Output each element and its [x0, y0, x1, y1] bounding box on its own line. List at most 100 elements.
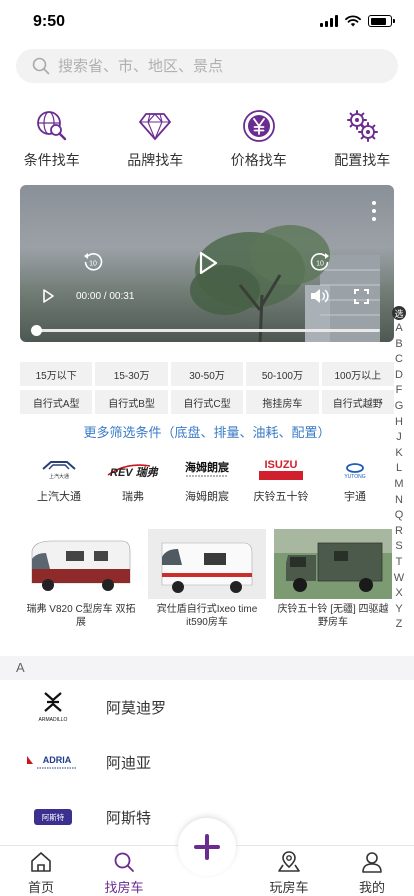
quick-nav: 条件找车 品牌找车 价格找车 配置找车	[0, 108, 414, 170]
saic-maxus-logo-text: 上汽大通	[49, 473, 69, 480]
alpha-index-letter[interactable]: F	[396, 383, 403, 399]
alphabet-index[interactable]: 选 ABCDFGHJKLMNQRSTWXYZ	[391, 306, 407, 633]
rev-logo-text: REV 瑞弗	[110, 466, 159, 479]
car-card-title: 庆铃五十铃 [无疆] 四驱越野房车	[277, 604, 389, 628]
alpha-index-letter[interactable]: G	[395, 399, 404, 415]
alpha-index-letter[interactable]: K	[395, 446, 402, 462]
brand-search-button[interactable]: 品牌找车	[104, 108, 208, 170]
publish-button[interactable]	[178, 818, 236, 876]
video-time: 00:00 / 00:31	[76, 291, 135, 302]
alpha-index-letter[interactable]: S	[395, 539, 402, 555]
progress-thumb[interactable]	[31, 325, 42, 336]
alpha-index-letter[interactable]: A	[395, 321, 402, 337]
alpha-index-letter[interactable]: Z	[396, 617, 403, 633]
aster-logo: 阿斯特	[8, 809, 98, 825]
car-card[interactable]: 瑞弗 V820 C型房车 双拓展	[22, 529, 140, 629]
yen-icon	[242, 110, 275, 142]
tab-play-rv[interactable]: 玩房车	[254, 850, 324, 896]
forward-10-icon[interactable]: 10	[309, 251, 331, 273]
tab-profile[interactable]: 我的	[337, 850, 407, 896]
car-cards: 瑞弗 V820 C型房车 双拓展 宾仕盾自行式Ixeo time it590房车	[22, 529, 392, 629]
tab-find-rv[interactable]: 找房车	[89, 850, 159, 896]
filter-chip[interactable]: 拖挂房车	[246, 390, 319, 414]
car-card-title: 瑞弗 V820 C型房车 双拓展	[26, 604, 136, 628]
brand-yutong[interactable]: YUTONG 宇通	[318, 458, 392, 504]
play-icon[interactable]	[197, 251, 219, 275]
more-options-icon[interactable]	[368, 201, 380, 221]
search-icon	[114, 852, 134, 872]
status-icons	[320, 15, 395, 27]
filter-chip[interactable]: 100万以上	[321, 362, 394, 386]
alpha-index-letter[interactable]: N	[395, 493, 403, 509]
alpha-index-letter[interactable]: R	[395, 524, 403, 540]
hymer-logo-text: 海姆朗宸	[185, 460, 230, 474]
fullscreen-icon[interactable]	[354, 289, 369, 304]
forward-seconds: 10	[316, 261, 324, 268]
section-header-a: A	[0, 656, 414, 680]
status-bar: 9:50	[0, 0, 414, 44]
search-input[interactable]	[58, 57, 358, 75]
volume-icon[interactable]	[310, 288, 330, 304]
tab-label: 我的	[358, 880, 385, 895]
brand-name: 庆铃五十铃	[253, 491, 309, 503]
alpha-index-letter[interactable]: X	[395, 586, 402, 602]
alpha-index-letter[interactable]: L	[396, 461, 402, 477]
plus-icon	[194, 834, 220, 860]
filter-chip[interactable]: 自行式A型	[20, 390, 93, 414]
quick-nav-label: 配置找车	[334, 152, 391, 168]
video-frame-tree	[190, 225, 330, 342]
video-progress-bar[interactable]	[31, 325, 380, 336]
video-player[interactable]: 10 10 00:00 / 00:31	[20, 185, 394, 342]
brand-list-item-adria[interactable]: ADRIA 阿迪亚	[0, 735, 414, 789]
armadillo-logo-text: ARMADILLO	[39, 717, 68, 723]
condition-search-button[interactable]: 条件找车	[0, 108, 104, 170]
tab-label: 玩房车	[269, 880, 309, 895]
search-globe-icon	[36, 111, 66, 141]
small-play-icon[interactable]	[42, 289, 54, 303]
brand-isuzu[interactable]: ISUZU 庆铃五十铃	[244, 458, 318, 504]
user-icon	[362, 852, 382, 873]
brand-hymer[interactable]: 海姆朗宸 海姆朗宸	[170, 458, 244, 504]
alpha-index-letter[interactable]: B	[395, 337, 402, 353]
alpha-index-letter[interactable]: D	[395, 368, 403, 384]
tab-label: 找房车	[104, 880, 144, 895]
alpha-index-letter[interactable]: W	[394, 571, 404, 587]
filter-chip[interactable]: 自行式C型	[170, 390, 244, 414]
brand-list-item-armadillo[interactable]: ARMADILLO 阿莫迪罗	[0, 680, 414, 734]
hymer-logo: 海姆朗宸	[180, 458, 234, 482]
car-card[interactable]: 宾仕盾自行式Ixeo time it590房车	[148, 529, 266, 629]
filter-chip[interactable]: 自行式越野	[321, 390, 394, 414]
rewind-10-icon[interactable]: 10	[82, 251, 104, 273]
brand-list-name: 阿莫迪罗	[106, 699, 167, 717]
filter-grid: 15万以下 15-30万 30-50万 50-100万 100万以上自行式A型 自行式B型…	[20, 362, 394, 414]
adria-logo-text: ADRIA	[43, 755, 72, 765]
brand-rev[interactable]: REV 瑞弗 瑞弗	[96, 458, 170, 504]
filter-chip[interactable]: 50-100万	[246, 362, 319, 386]
alpha-index-letter[interactable]: M	[394, 477, 403, 493]
filter-chip[interactable]: 30-50万	[170, 362, 244, 386]
config-search-button[interactable]: 配置找车	[311, 108, 414, 170]
brand-name: 瑞弗	[122, 491, 144, 503]
filter-chip[interactable]: 15万以下	[20, 362, 93, 386]
rewind-seconds: 10	[89, 261, 97, 268]
alpha-index-letter[interactable]: Q	[395, 508, 404, 524]
more-filters-link[interactable]: 更多筛选条件（底盘、排量、油耗、配置）	[0, 422, 414, 441]
price-search-button[interactable]: 价格找车	[207, 108, 311, 170]
quick-nav-label: 条件找车	[23, 152, 80, 168]
search-bar[interactable]	[16, 49, 398, 83]
alpha-index-selected[interactable]: 选	[392, 306, 406, 320]
filter-chip[interactable]: 15-30万	[95, 362, 168, 386]
alpha-index-letter[interactable]: C	[395, 352, 403, 368]
alpha-index-letter[interactable]: T	[396, 555, 403, 571]
status-time: 9:50	[33, 13, 66, 30]
tab-home[interactable]: 首页	[6, 850, 76, 896]
alpha-index-letter[interactable]: Y	[395, 602, 402, 618]
car-card-title: 宾仕盾自行式Ixeo time it590房车	[156, 604, 258, 628]
wifi-icon	[345, 15, 361, 27]
filter-chip[interactable]: 自行式B型	[95, 390, 168, 414]
car-card[interactable]: 庆铃五十铃 [无疆] 四驱越野房车	[274, 529, 392, 629]
diamond-icon	[139, 113, 172, 141]
brand-name: 海姆朗宸	[185, 491, 229, 503]
quick-nav-label: 品牌找车	[127, 152, 184, 168]
brand-saic-maxus[interactable]: 上汽大通 上汽大通	[22, 458, 96, 504]
